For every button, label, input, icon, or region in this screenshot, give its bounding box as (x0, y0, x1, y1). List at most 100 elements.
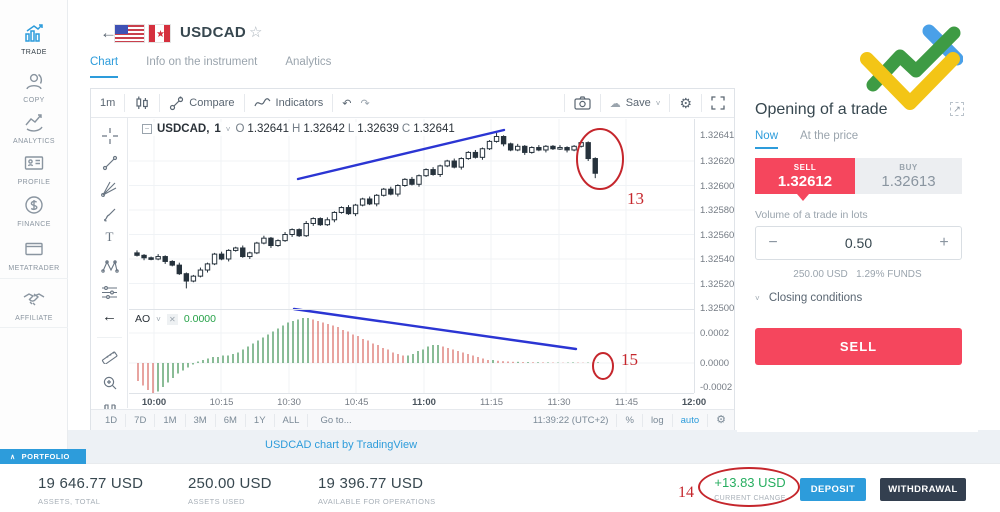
funds-info: 250.00 USD 1.29% FUNDS (737, 269, 978, 280)
candle-style-button[interactable] (125, 89, 159, 118)
price-tick: 1.32540 (700, 254, 735, 265)
ao-tick: 0.0002 (700, 328, 730, 339)
sidebar-item-finance[interactable]: FINANCE (0, 194, 68, 228)
copy-person-icon (0, 70, 68, 94)
time-tick: 11:15 (479, 397, 504, 408)
hide-tools-arrow[interactable]: ← (91, 308, 128, 332)
range-3m[interactable]: 3M (186, 413, 216, 427)
time-tick: 10:00 (141, 397, 167, 408)
measure-ruler-tool[interactable] (91, 344, 128, 368)
tradingview-attribution-link[interactable]: USDCAD chart by TradingView (265, 439, 417, 451)
range-1d[interactable]: 1D (97, 413, 127, 427)
sidebar: TRADE COPY ANALYTICS PROFILE FINANCE MET… (0, 0, 68, 449)
sidebar-item-affiliate[interactable]: AFFILIATE (0, 288, 68, 322)
sidebar-item-trade[interactable]: TRADE (0, 22, 68, 56)
volume-increase-button[interactable]: + (927, 234, 961, 252)
compare-button[interactable]: Compare (160, 89, 243, 118)
price-tick: 1.32600 (700, 180, 735, 192)
redo-icon[interactable]: ↷ (360, 89, 378, 118)
tab-at-the-price[interactable]: At the price (800, 130, 858, 149)
price-tick: 1.32560 (700, 229, 735, 241)
axis-settings-gear-icon[interactable]: ⚙ (707, 413, 734, 427)
crosshair-tool[interactable] (91, 124, 128, 148)
percent-scale-button[interactable]: % (616, 413, 641, 427)
zoom-in-tool[interactable] (91, 371, 128, 395)
current-change-label: CURRENT CHANGE (714, 495, 786, 502)
collapse-legend-icon[interactable]: − (142, 124, 152, 134)
clock-label[interactable]: 11:39:22 (UTC+2) (525, 414, 617, 427)
tab-info[interactable]: Info on the instrument (146, 56, 257, 78)
text-tool[interactable]: T (91, 229, 128, 253)
range-1m[interactable]: 1M (155, 413, 186, 427)
available-value: 19 396.77 USD (318, 475, 424, 492)
brush-tool[interactable] (91, 203, 128, 227)
volume-value[interactable]: 0.50 (790, 235, 927, 251)
price-tick: 1.32500 (700, 303, 735, 314)
price-tick: 1.32641 (700, 130, 735, 142)
save-button[interactable]: ☁ Save ˅ (601, 89, 670, 118)
settings-gear-icon[interactable]: ⚙ (670, 89, 701, 118)
goto-button[interactable]: Go to... (308, 415, 363, 426)
range-6m[interactable]: 6M (216, 413, 246, 427)
funds-percent: 1.29% FUNDS (856, 269, 922, 280)
sidebar-item-profile[interactable]: PROFILE (0, 152, 68, 186)
withdrawal-button[interactable]: WITHDRAWAL (880, 478, 966, 501)
chart-plot-area[interactable]: 13 15 (129, 119, 694, 393)
sell-tab[interactable]: SELL 1.32612 (755, 158, 855, 194)
us-flag-icon (114, 24, 145, 43)
drawing-toolbar: T ← ˅ (91, 118, 128, 459)
assets-used-label: ASSETS USED (188, 497, 245, 506)
portfolio-tag[interactable]: ∧ PORTFOLIO (0, 449, 86, 464)
svg-text:13: 13 (627, 189, 644, 208)
log-scale-button[interactable]: log (641, 413, 672, 427)
forecast-tool[interactable] (91, 281, 128, 305)
gann-fan-tool[interactable] (91, 177, 128, 201)
pattern-xabcd-tool[interactable] (91, 255, 128, 279)
legend-interval: 1 (214, 123, 221, 135)
legend-ohlc: O 1.32641 H 1.32642 L 1.32639 C 1.32641 (235, 123, 455, 135)
sell-tab-pointer (797, 194, 809, 201)
profile-card-icon (0, 152, 68, 176)
range-1y[interactable]: 1Y (246, 413, 275, 427)
sell-submit-button[interactable]: SELL (755, 328, 962, 365)
favorite-star-icon[interactable]: ☆ (249, 23, 262, 41)
ao-tick: 0.0000 (700, 358, 730, 369)
tools-divider (97, 337, 122, 338)
chevron-down-icon[interactable]: ˅ (156, 315, 161, 324)
time-tick: 10:30 (277, 397, 301, 408)
fullscreen-icon[interactable] (702, 89, 734, 118)
time-tick: 11:00 (412, 397, 436, 408)
volume-decrease-button[interactable]: − (756, 234, 790, 252)
pane-divider[interactable] (129, 309, 694, 310)
closing-conditions-toggle[interactable]: ˅ Closing conditions (755, 292, 862, 304)
tab-analytics[interactable]: Analytics (285, 56, 331, 78)
attribution-strip: USDCAD chart by TradingView (68, 430, 1000, 463)
price-axis[interactable]: 1.32641 1.32620 1.32600 1.32580 1.32560 1.325… (694, 119, 735, 393)
trading-app: TRADE COPY ANALYTICS PROFILE FINANCE MET… (0, 0, 1000, 512)
screenshot-camera-icon[interactable] (565, 89, 600, 118)
auto-scale-button[interactable]: auto (671, 413, 708, 427)
chevron-down-icon: ˅ (755, 294, 760, 303)
chevron-down-icon[interactable]: ˅ (226, 125, 231, 134)
sidebar-item-copy[interactable]: COPY (0, 70, 68, 104)
save-label: Save (625, 97, 651, 109)
sidebar-item-analytics[interactable]: ANALYTICS (0, 111, 68, 145)
tab-chart[interactable]: Chart (90, 56, 119, 78)
indicators-button[interactable]: Indicators (245, 89, 333, 118)
range-7d[interactable]: 7D (126, 413, 156, 427)
current-change-stat: +13.83 USD CURRENT CHANGE (702, 474, 798, 502)
undo-icon[interactable]: ↶ (333, 89, 360, 118)
sell-price: 1.32612 (777, 173, 833, 190)
sidebar-item-metatrader[interactable]: METATRADER (0, 238, 68, 272)
available-stat: 19 396.77 USD AVAILABLE FOR OPERATIONS (318, 475, 436, 506)
sidebar-item-label: AFFILIATE (15, 315, 53, 322)
ao-name: AO (135, 313, 151, 325)
tab-now[interactable]: Now (755, 130, 779, 149)
interval-button[interactable]: 1m (91, 89, 124, 118)
time-axis[interactable]: 10:00 10:15 10:30 10:45 11:00 11:15 11:30 11:45… (129, 393, 706, 409)
buy-tab[interactable]: BUY 1.32613 (855, 158, 962, 194)
deposit-button[interactable]: DEPOSIT (800, 478, 866, 501)
ao-close-icon[interactable]: ✕ (166, 313, 178, 325)
range-all[interactable]: ALL (275, 413, 309, 427)
trend-line-tool[interactable] (91, 151, 128, 175)
